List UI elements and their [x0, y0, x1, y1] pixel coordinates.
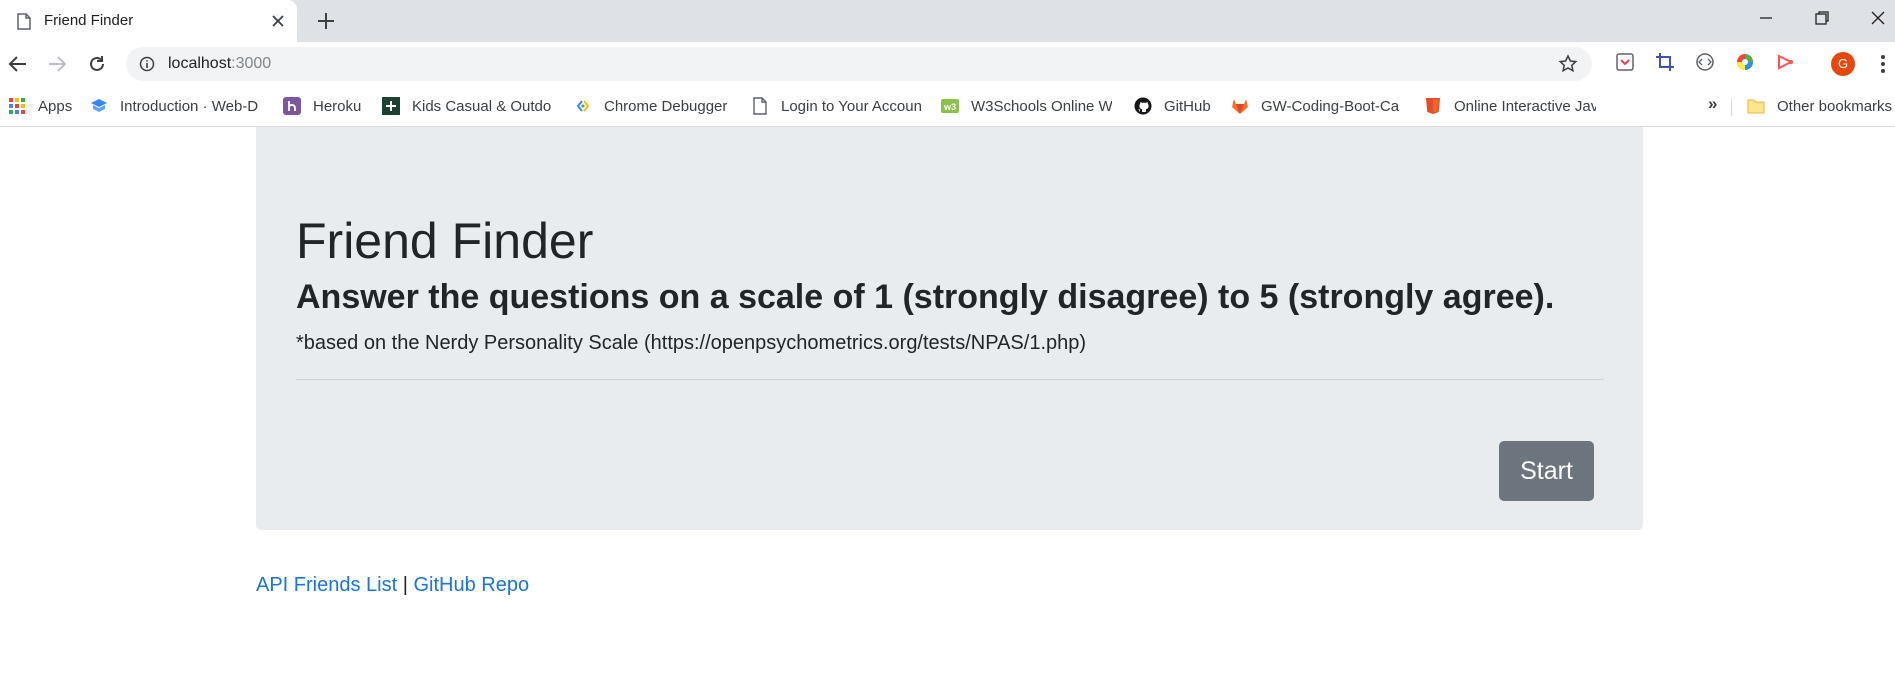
close-icon[interactable]	[271, 14, 285, 33]
folder-icon	[1747, 97, 1765, 115]
url-text[interactable]: localhost:3000	[168, 55, 271, 73]
bookmark-label: Login to Your Accoun	[781, 97, 921, 115]
page-icon	[751, 97, 769, 115]
api-friends-list-link[interactable]: API Friends List	[256, 574, 397, 596]
bookmark-star-icon[interactable]	[1558, 54, 1578, 79]
apps-grid-icon	[8, 97, 26, 115]
new-tab-icon[interactable]	[316, 11, 336, 36]
bookmark-label: W3Schools Online W	[971, 97, 1112, 115]
bookmark-w3schools[interactable]: w3 W3Schools Online W	[941, 94, 1112, 118]
pocket-extension-icon[interactable]	[1615, 52, 1635, 77]
heroku-icon	[283, 97, 301, 115]
tab-title: Friend Finder	[44, 12, 134, 29]
address-bar[interactable]: localhost:3000	[126, 47, 1592, 81]
footer-links: API Friends List | GitHub Repo	[256, 574, 529, 597]
bookmarks-bar: Apps Introduction · Web-D Heroku Kids Ca…	[0, 86, 1895, 127]
github-repo-link[interactable]: GitHub Repo	[414, 574, 530, 596]
page-title: Friend Finder	[296, 213, 594, 269]
bookmark-label: Chrome Debugger	[604, 97, 728, 115]
url-host: localhost	[168, 55, 232, 72]
bookmark-label: Kids Casual & Outdo	[412, 97, 552, 115]
bookmark-label: Heroku	[313, 97, 362, 115]
forward-arrow-icon[interactable]	[47, 54, 67, 79]
browser-tab[interactable]: Friend Finder	[0, 0, 297, 42]
plus-square-icon	[382, 97, 400, 115]
github-icon	[1134, 97, 1152, 115]
kebab-menu-icon[interactable]	[1880, 54, 1886, 79]
jumbotron: Friend Finder Answer the questions on a …	[256, 127, 1643, 530]
tab-strip: Friend Finder	[0, 0, 1895, 42]
divider	[296, 379, 1604, 380]
more-bookmarks-chevron[interactable]: »	[1708, 94, 1717, 114]
minimize-icon[interactable]	[1758, 10, 1774, 31]
back-arrow-icon[interactable]	[8, 54, 28, 79]
bookmark-login[interactable]: Login to Your Accoun	[751, 94, 921, 118]
bookmark-online-interactive[interactable]: Online Interactive Jav	[1424, 94, 1596, 118]
window-close-icon[interactable]	[1870, 10, 1886, 31]
cast-extension-icon[interactable]	[1775, 52, 1795, 77]
bookmark-label: GW-Coding-Boot-Ca	[1261, 97, 1400, 115]
bookmark-introduction[interactable]: Introduction · Web-D	[90, 94, 262, 118]
bookmark-kids-casual[interactable]: Kids Casual & Outdo	[382, 94, 555, 118]
start-button[interactable]: Start	[1499, 441, 1594, 501]
color-wheel-extension-icon[interactable]	[1735, 52, 1755, 77]
bookmark-heroku[interactable]: Heroku	[283, 94, 361, 118]
bookmark-label: Introduction · Web-D	[120, 97, 259, 115]
bookmarks-divider	[1731, 98, 1732, 116]
bookmark-chrome-debugger[interactable]: Chrome Debugger	[574, 94, 727, 118]
bookmark-apps[interactable]: Apps	[8, 94, 72, 118]
restore-icon[interactable]	[1814, 10, 1830, 31]
bookmark-github[interactable]: GitHub	[1134, 94, 1211, 118]
code-extension-icon[interactable]	[1695, 52, 1715, 77]
gitlab-icon	[1231, 97, 1249, 115]
svg-text:w3: w3	[943, 102, 956, 112]
page-icon	[17, 13, 31, 35]
html5-icon	[1424, 97, 1442, 115]
source-note: *based on the Nerdy Personality Scale (h…	[296, 332, 1087, 354]
reload-icon[interactable]	[87, 54, 107, 79]
bookmark-label: GitHub	[1164, 97, 1211, 115]
bookmark-gw-coding[interactable]: GW-Coding-Boot-Ca	[1231, 94, 1404, 118]
chrome-debugger-icon	[574, 97, 592, 115]
bookmark-label: Other bookmarks	[1777, 97, 1893, 115]
bookmark-label: Online Interactive Jav	[1454, 97, 1596, 115]
bookmark-label: Apps	[38, 97, 73, 115]
url-port: :3000	[231, 55, 272, 72]
browser-toolbar: localhost:3000 G	[0, 42, 1895, 86]
crop-extension-icon[interactable]	[1655, 52, 1675, 77]
book-icon	[90, 97, 108, 115]
bookmark-other[interactable]: Other bookmarks	[1747, 94, 1892, 118]
page-subtitle: Answer the questions on a scale of 1 (st…	[296, 278, 1555, 316]
link-separator: |	[402, 574, 408, 596]
info-icon[interactable]	[139, 56, 155, 77]
profile-avatar[interactable]: G	[1831, 52, 1855, 76]
w3schools-icon: w3	[941, 97, 959, 115]
